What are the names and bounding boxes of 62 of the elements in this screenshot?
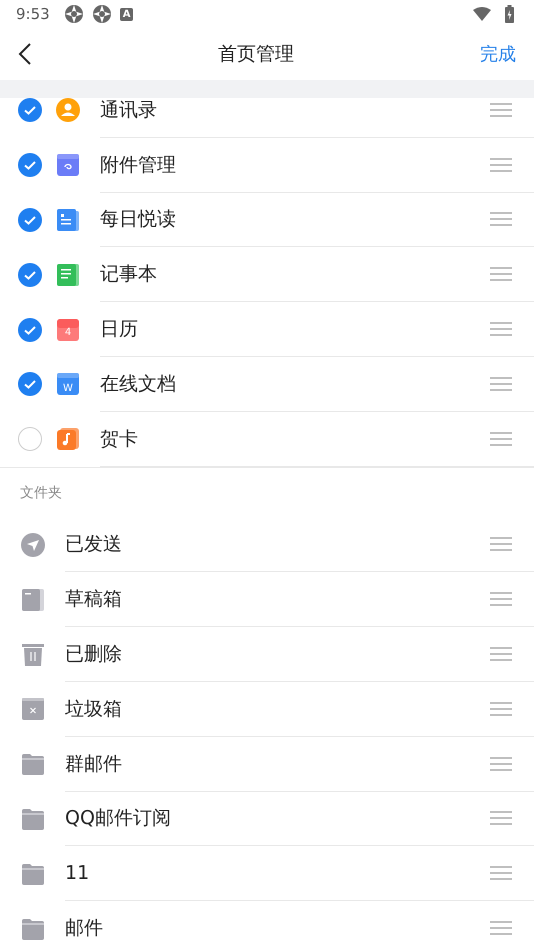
notes-icon (56, 262, 80, 287)
drag-handle-icon[interactable] (490, 647, 512, 662)
notification-badge: A (120, 8, 134, 20)
drag-handle-icon[interactable] (490, 756, 512, 771)
wifi-icon (473, 7, 491, 21)
document-icon: W (56, 372, 80, 396)
done-link[interactable]: 完成 (480, 42, 516, 66)
folder-label: 邮件 (65, 916, 103, 942)
app-label: 贺卡 (100, 426, 138, 452)
folder-icon (21, 752, 45, 776)
folder-label: 已发送 (65, 532, 122, 558)
drag-handle-icon[interactable] (490, 376, 512, 391)
folder-label: 群邮件 (65, 752, 122, 777)
drag-handle-icon[interactable] (490, 702, 512, 716)
checkbox[interactable] (18, 372, 42, 396)
drag-handle-icon[interactable] (490, 267, 512, 282)
draft-icon (21, 588, 45, 612)
aperture-icon (92, 4, 112, 24)
folder-label: 草稿箱 (65, 587, 122, 612)
drag-handle-icon[interactable] (490, 432, 512, 446)
folder-label: 垃圾箱 (65, 696, 122, 722)
folder-icon (21, 806, 45, 831)
drag-handle-icon[interactable] (490, 102, 512, 117)
drag-handle-icon[interactable] (490, 866, 512, 880)
checkbox[interactable] (18, 153, 42, 178)
back-icon[interactable] (18, 43, 32, 65)
box-x-icon (21, 697, 45, 722)
calendar-icon: 4 (56, 318, 80, 342)
drag-handle-icon[interactable] (490, 158, 512, 172)
app-label: 附件管理 (100, 152, 176, 178)
trash-icon (21, 642, 45, 667)
app-label: 记事本 (100, 262, 157, 288)
folder-label: QQ邮件订阅 (65, 806, 171, 832)
checkbox[interactable] (18, 318, 42, 342)
folder-icon (21, 862, 45, 886)
app-label: 日历 (100, 317, 138, 342)
drag-handle-icon[interactable] (490, 592, 512, 606)
card-icon (56, 427, 80, 452)
folder-label: 已删除 (65, 642, 122, 668)
section-heading: 文件夹 (0, 466, 534, 518)
drag-handle-icon[interactable] (490, 322, 512, 336)
folder-icon (21, 916, 45, 941)
contacts-icon (56, 98, 80, 122)
status-time: 9:53 (16, 5, 50, 23)
reading-icon (56, 208, 80, 232)
checkbox[interactable] (18, 427, 42, 452)
page-title: 首页管理 (218, 42, 294, 67)
drag-handle-icon[interactable] (490, 212, 512, 226)
app-label: 通讯录 (100, 98, 157, 123)
battery-icon (505, 5, 514, 23)
drag-handle-icon[interactable] (490, 537, 512, 552)
checkbox[interactable] (18, 208, 42, 232)
checkbox[interactable] (18, 98, 42, 122)
checkbox[interactable] (18, 262, 42, 287)
app-label: 在线文档 (100, 372, 176, 397)
folder-label: 11 (65, 862, 90, 884)
app-label: 每日悦读 (100, 207, 176, 232)
attachment-icon (56, 153, 80, 178)
drag-handle-icon[interactable] (490, 811, 512, 826)
drag-handle-icon[interactable] (490, 921, 512, 936)
aperture-icon (64, 4, 84, 24)
paper-plane-icon (21, 532, 45, 557)
